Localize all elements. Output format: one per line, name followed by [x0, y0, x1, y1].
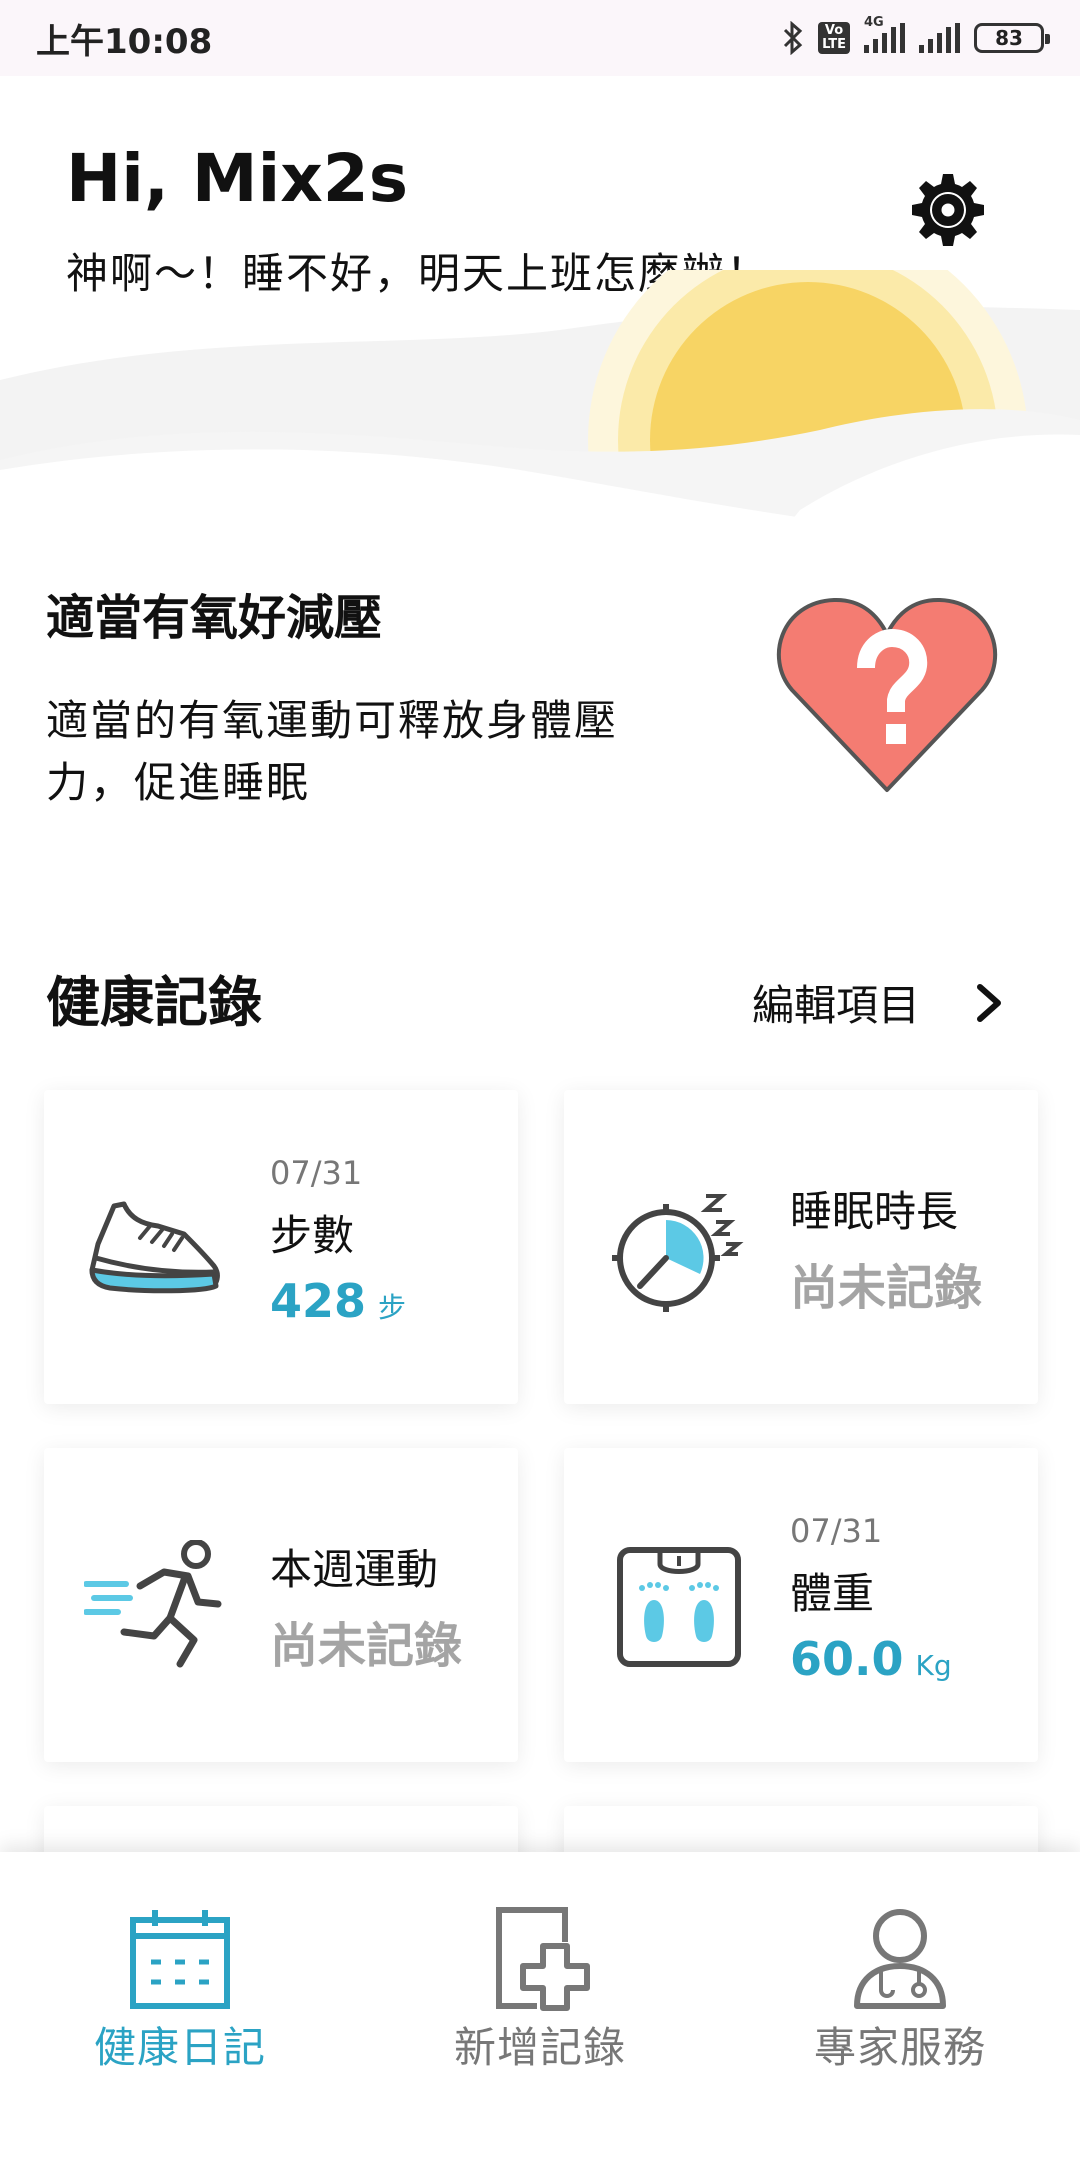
exercise-label: 本週運動: [270, 1545, 439, 1594]
weight-card[interactable]: 07/31 體重 60.0 Kg: [564, 1448, 1038, 1762]
weight-date: 07/31: [790, 1512, 883, 1550]
doctor-icon: [854, 1909, 946, 2009]
nav-add-record[interactable]: 新增記錄: [390, 1906, 690, 2075]
bottom-nav: 健康日記 新增記錄 專家服務: [0, 1852, 1080, 2160]
sleep-timer-icon: [612, 1194, 744, 1312]
nav-health-diary-label: 健康日記: [93, 2023, 266, 2072]
sleep-label: 睡眠時長: [790, 1187, 959, 1236]
nav-expert-service[interactable]: 專家服務: [750, 1906, 1050, 2075]
settings-gear-icon[interactable]: [908, 170, 988, 250]
chevron-right-icon: [977, 983, 1002, 1022]
steps-value: 428 步: [270, 1274, 407, 1328]
running-icon: [84, 1540, 222, 1668]
sunrise-illustration: [0, 270, 1080, 560]
status-icons: Vo LTE 4G 83: [782, 15, 1050, 55]
signal-4g-icon: 4G: [864, 15, 905, 53]
greeting-title: Hi, Mix2s: [66, 140, 408, 217]
volte-icon: Vo LTE: [818, 22, 850, 54]
sneaker-icon: [89, 1201, 220, 1294]
tip-body: 適當的有氧運動可釋放身體壓力，促進睡眠: [46, 696, 619, 807]
signal-icon: [919, 23, 960, 53]
calendar-icon: [130, 1910, 230, 2009]
weight-value: 60.0 Kg: [790, 1632, 952, 1686]
section-title: 健康記錄: [46, 971, 262, 1034]
heart-question-icon[interactable]: [774, 590, 1000, 800]
scale-icon: [617, 1547, 741, 1667]
status-bar: 上午10:08 Vo LTE 4G 83: [0, 0, 1080, 76]
nav-add-record-label: 新增記錄: [453, 2023, 626, 2072]
tip-title: 適當有氧好減壓: [46, 590, 383, 646]
exercise-status: 尚未記錄: [270, 1618, 463, 1674]
nav-expert-service-label: 專家服務: [813, 2023, 986, 2072]
add-document-icon: [496, 1907, 590, 2011]
steps-card[interactable]: 07/31 步數 428 步: [44, 1090, 518, 1404]
weekly-exercise-card[interactable]: 本週運動 尚未記錄: [44, 1448, 518, 1762]
steps-date: 07/31: [270, 1154, 363, 1192]
sleep-duration-card[interactable]: 睡眠時長 尚未記錄: [564, 1090, 1038, 1404]
edit-items-label: 編輯項目: [752, 981, 921, 1030]
nav-health-diary[interactable]: 健康日記: [30, 1906, 330, 2075]
battery-icon: 83: [974, 23, 1050, 53]
steps-label: 步數: [270, 1211, 355, 1260]
edit-items-link[interactable]: 編輯項目: [752, 972, 1004, 1033]
sleep-status: 尚未記錄: [790, 1260, 983, 1316]
weight-label: 體重: [790, 1569, 875, 1618]
bluetooth-icon: [784, 21, 803, 55]
status-time: 上午10:08: [36, 21, 213, 62]
